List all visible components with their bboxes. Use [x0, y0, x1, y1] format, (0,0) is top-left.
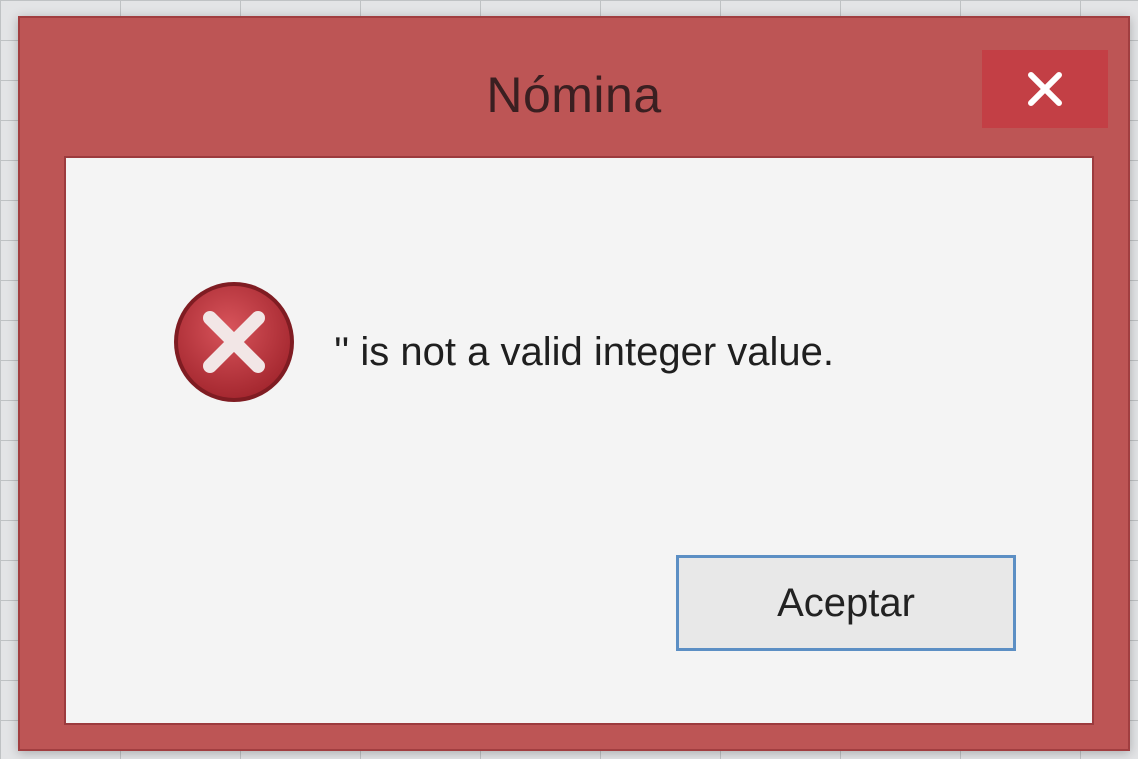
error-message: '' is not a valid integer value.	[334, 330, 834, 374]
close-button[interactable]	[982, 50, 1108, 128]
accept-button[interactable]: Aceptar	[676, 555, 1016, 651]
error-icon	[174, 282, 294, 402]
close-icon	[1028, 72, 1062, 106]
dialog-titlebar[interactable]: Nómina	[20, 18, 1128, 146]
dialog-title: Nómina	[486, 67, 662, 123]
dialog-body: '' is not a valid integer value. Aceptar	[64, 156, 1094, 725]
message-dialog: Nómina '' is not a valid integer value. …	[18, 16, 1130, 751]
